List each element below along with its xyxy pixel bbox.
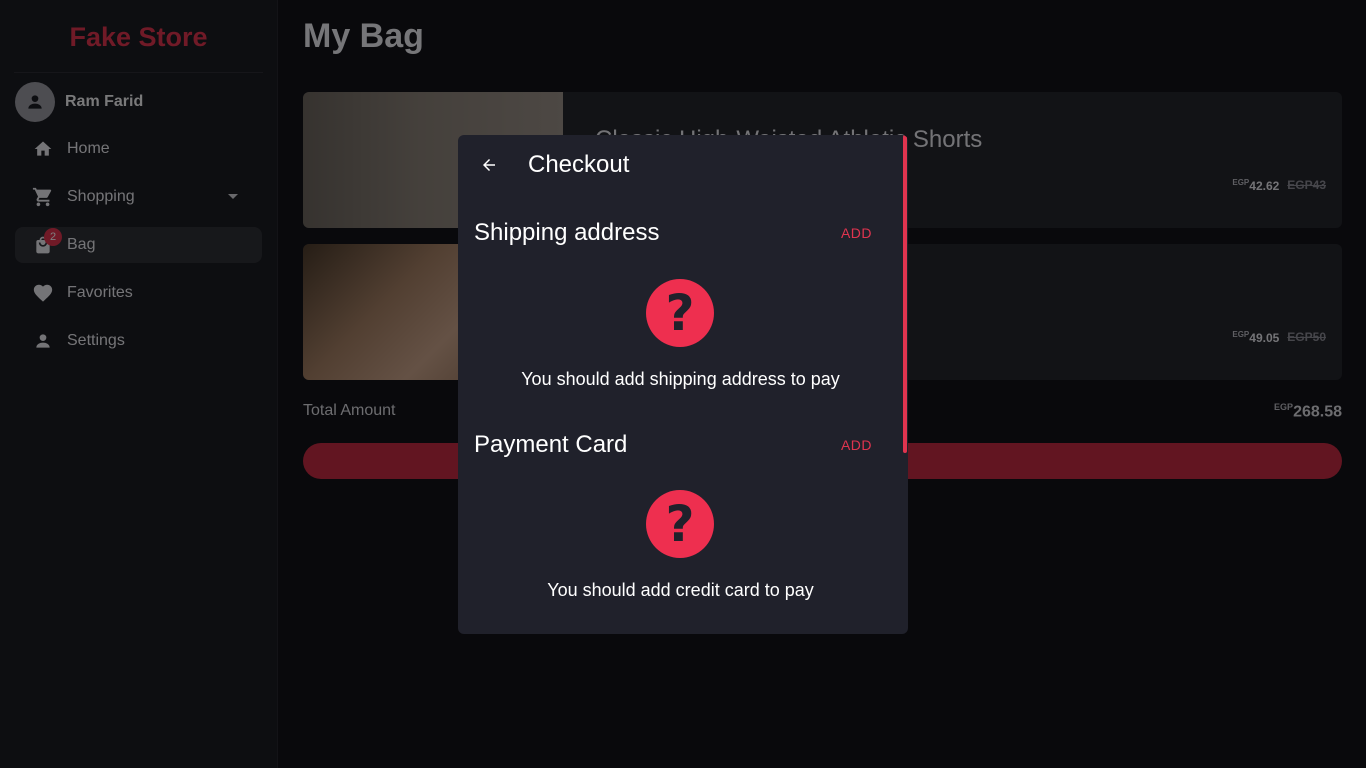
dialog-scrollbar[interactable] [903, 135, 907, 453]
payment-message: You should add credit card to pay [547, 580, 814, 600]
question-icon: ? [646, 490, 714, 558]
dialog-title: Checkout [528, 151, 630, 178]
shipping-title: Shipping address [474, 219, 660, 246]
back-button[interactable] [473, 149, 505, 181]
question-icon: ? [646, 279, 714, 347]
add-card-button[interactable]: ADD [841, 437, 872, 453]
payment-section-header: Payment Card ADD [474, 431, 872, 459]
shipping-message: You should add shipping address to pay [521, 369, 840, 389]
arrow-left-icon [483, 159, 495, 171]
shipping-section-header: Shipping address ADD [474, 219, 872, 247]
dialog-header: Checkout [458, 135, 898, 195]
checkout-dialog: Checkout Shipping address ADD ? You shou… [458, 135, 908, 634]
add-shipping-button[interactable]: ADD [841, 225, 872, 241]
payment-title: Payment Card [474, 431, 628, 458]
